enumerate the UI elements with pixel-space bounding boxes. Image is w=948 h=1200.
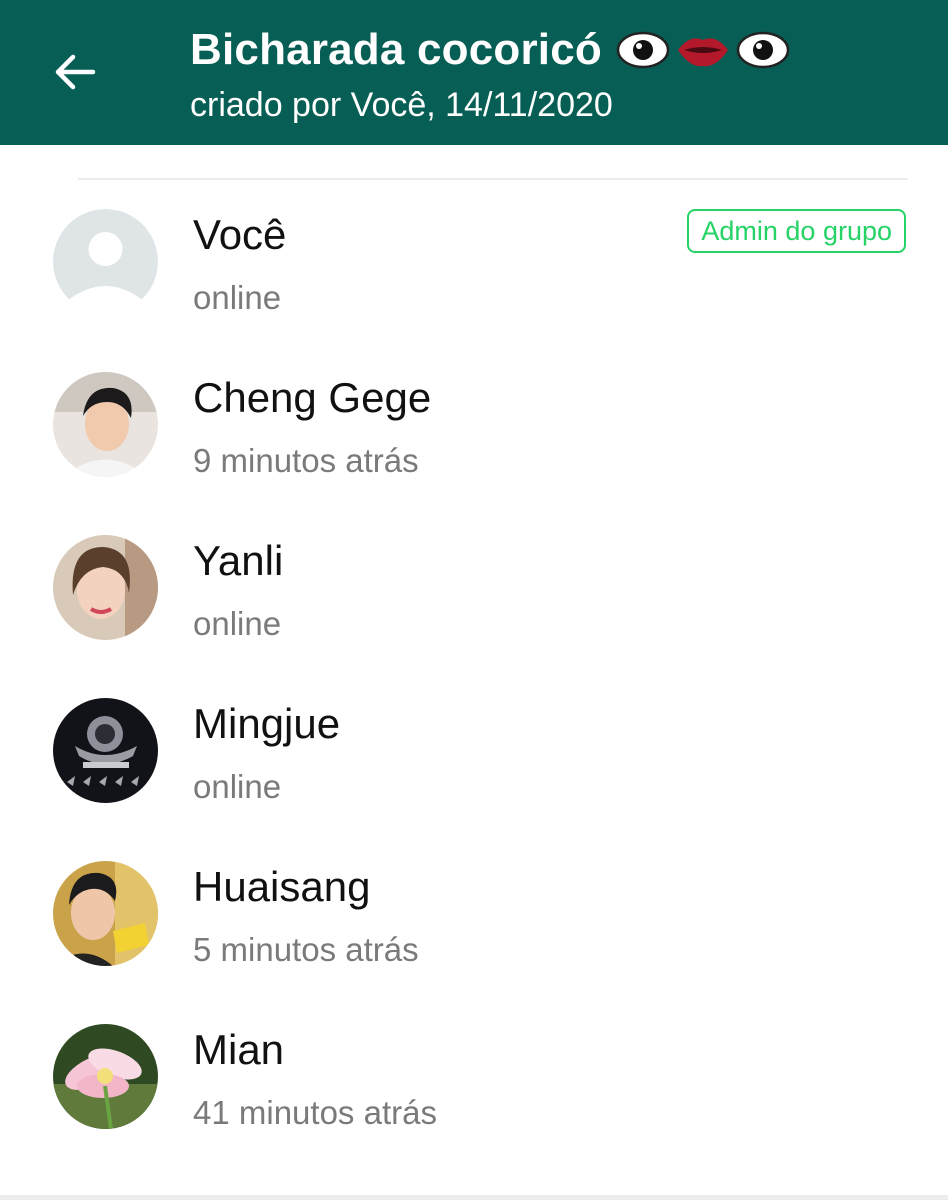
group-title: Bicharada cocoricó bbox=[190, 25, 602, 74]
back-arrow-icon bbox=[55, 54, 96, 90]
member-status: 5 minutos atrás bbox=[193, 931, 419, 968]
group-info[interactable]: Bicharada cocoricó criado por Você, 14/1… bbox=[190, 24, 928, 125]
photo-avatar-man bbox=[53, 372, 158, 477]
member-name: Mian bbox=[193, 1026, 285, 1073]
member-row[interactable]: Mingjue online bbox=[0, 680, 948, 843]
default-avatar-icon bbox=[53, 209, 158, 314]
app-header: Bicharada cocoricó criado por Você, 14/1… bbox=[0, 0, 948, 145]
admin-badge: Admin do grupo bbox=[687, 209, 906, 253]
group-subtitle: criado por Você, 14/11/2020 bbox=[190, 86, 613, 124]
member-row[interactable]: Mian 41 minutos atrás bbox=[0, 1006, 948, 1169]
member-name: Cheng Gege bbox=[193, 374, 432, 421]
member-status: 41 minutos atrás bbox=[193, 1094, 437, 1131]
title-emojis bbox=[616, 30, 790, 70]
member-status: online bbox=[193, 279, 282, 316]
photo-avatar-woman bbox=[53, 535, 158, 640]
member-name: Mingjue bbox=[193, 700, 341, 747]
member-status: online bbox=[193, 768, 282, 805]
members-panel: Você online Admin do grupo Cheng Gege 9 … bbox=[0, 145, 948, 1195]
member-row[interactable]: Yanli online bbox=[0, 517, 948, 680]
divider bbox=[78, 178, 908, 180]
eye-icon bbox=[616, 31, 670, 69]
member-status: online bbox=[193, 605, 282, 642]
member-name: Você bbox=[193, 211, 287, 258]
back-button[interactable] bbox=[44, 42, 104, 102]
lips-icon bbox=[677, 38, 728, 67]
member-row[interactable]: Cheng Gege 9 minutos atrás bbox=[0, 354, 948, 517]
member-status: 9 minutos atrás bbox=[193, 442, 419, 479]
photo-avatar-man bbox=[53, 861, 158, 966]
member-row[interactable]: Huaisang 5 minutos atrás bbox=[0, 843, 948, 1006]
eye-icon bbox=[736, 31, 790, 69]
flower-avatar bbox=[53, 1024, 158, 1129]
emblem-avatar bbox=[53, 698, 158, 803]
member-name: Yanli bbox=[193, 537, 284, 584]
member-row[interactable]: Você online Admin do grupo bbox=[0, 191, 948, 354]
member-name: Huaisang bbox=[193, 863, 371, 910]
